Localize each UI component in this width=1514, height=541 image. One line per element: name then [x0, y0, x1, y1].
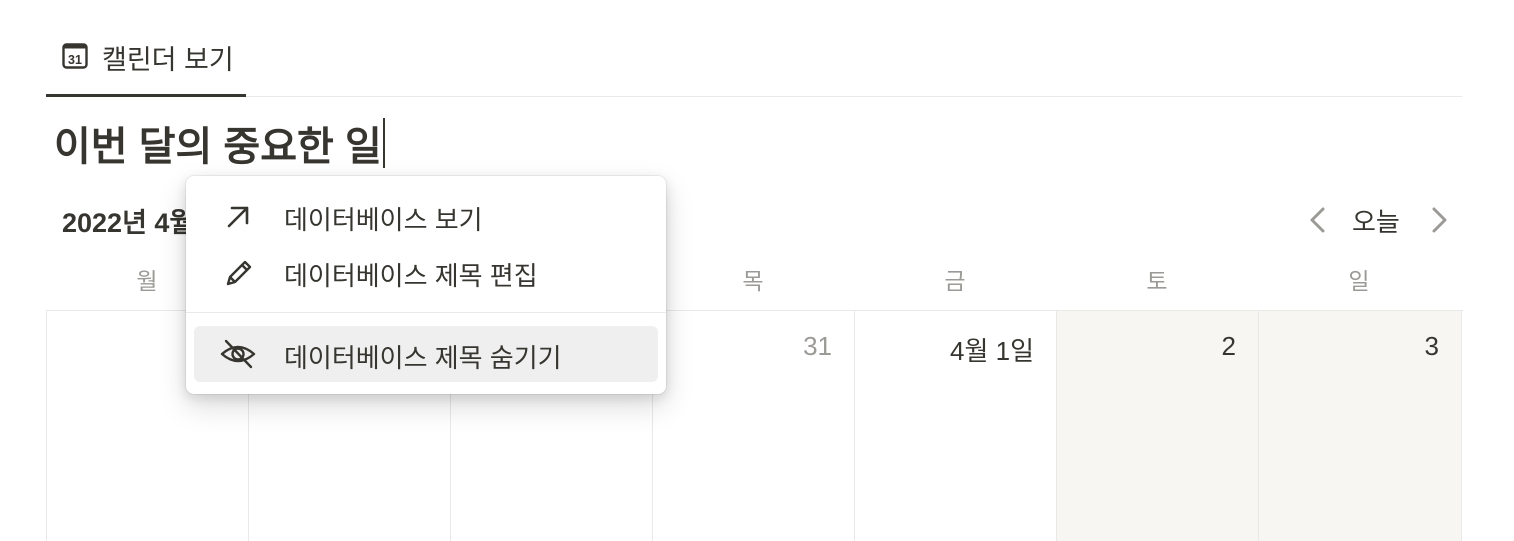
month-label: 2022년 4월	[62, 208, 195, 238]
weekday-sun: 일	[1348, 268, 1370, 294]
day-number: 31	[803, 331, 832, 361]
chevron-left-icon[interactable]	[1303, 203, 1333, 237]
arrow-up-right-icon	[227, 206, 249, 228]
today-button[interactable]: 오늘	[1352, 202, 1400, 239]
day-cell-weekend[interactable]: 2	[1057, 311, 1259, 541]
day-cell-weekend[interactable]: 3	[1259, 311, 1462, 541]
menu-item-hide-title[interactable]: 데이터베이스 제목 숨기기	[194, 326, 658, 382]
menu-item-view-database[interactable]: 데이터베이스 보기	[194, 188, 658, 244]
title-context-menu: 데이터베이스 보기 데이터베이스 제목 편집 데이터베이스 제목 숨기기	[186, 176, 666, 394]
menu-item-edit-title[interactable]: 데이터베이스 제목 편집	[194, 244, 658, 300]
view-tab-bar: 31 캘린더 보기	[46, 0, 1462, 97]
day-number: 2	[1221, 331, 1236, 361]
calendar-icon-day: 31	[68, 53, 82, 67]
day-number: 4월 1일	[950, 336, 1034, 366]
text-caret	[383, 118, 385, 168]
tab-label: 캘린더 보기	[102, 45, 234, 75]
menu-divider	[186, 312, 666, 313]
menu-item-label: 데이터베이스 보기	[284, 205, 483, 235]
day-cell[interactable]: 31	[653, 311, 855, 541]
chevron-right-icon[interactable]	[1424, 203, 1454, 237]
day-cell[interactable]: 4월 1일	[855, 311, 1057, 541]
weekday-sat: 토	[1146, 268, 1168, 294]
weekday-fri: 금	[944, 268, 966, 294]
menu-item-label: 데이터베이스 제목 숨기기	[284, 343, 562, 373]
database-title-input[interactable]: 이번 달의 중요한 일	[54, 114, 382, 172]
tab-calendar-view[interactable]: 31 캘린더 보기	[46, 0, 246, 97]
eye-slash-icon	[220, 339, 256, 369]
weekday-thu: 목	[742, 268, 764, 294]
pencil-icon	[226, 260, 252, 286]
menu-item-label: 데이터베이스 제목 편집	[284, 261, 538, 291]
day-number: 3	[1424, 331, 1439, 361]
calendar-icon: 31	[62, 43, 88, 69]
